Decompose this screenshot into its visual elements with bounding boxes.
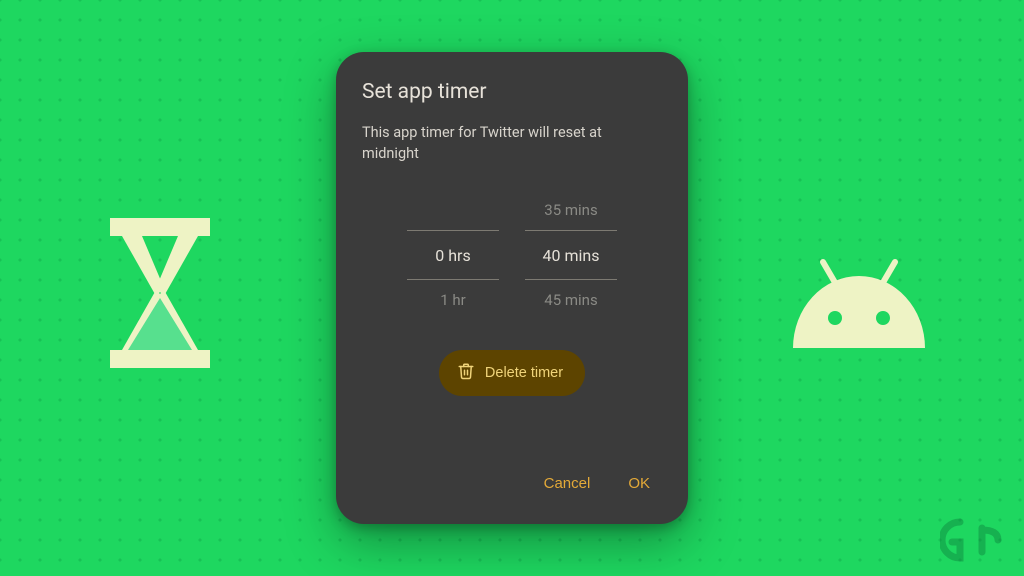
hours-selected: 0 hrs (407, 230, 499, 280)
dialog-actions: Cancel OK (362, 469, 662, 502)
hours-picker[interactable]: 0 hrs 1 hr (407, 190, 499, 320)
hourglass-icon (100, 218, 220, 368)
minutes-selected: 40 mins (525, 230, 617, 280)
minutes-next: 45 mins (544, 280, 597, 320)
time-picker: 0 hrs 1 hr 35 mins 40 mins 45 mins (362, 190, 662, 320)
minutes-picker[interactable]: 35 mins 40 mins 45 mins (525, 190, 617, 320)
android-icon (789, 258, 929, 348)
ok-button[interactable]: OK (624, 469, 654, 498)
watermark-logo (940, 518, 1010, 566)
delete-timer-button[interactable]: Delete timer (439, 350, 585, 396)
delete-timer-label: Delete timer (485, 365, 563, 381)
trash-icon (457, 362, 475, 384)
app-timer-dialog: Set app timer This app timer for Twitter… (336, 52, 688, 524)
dialog-title: Set app timer (362, 80, 662, 104)
hours-next: 1 hr (440, 280, 466, 320)
dialog-subtitle: This app timer for Twitter will reset at… (362, 122, 662, 164)
minutes-prev: 35 mins (544, 190, 597, 230)
cancel-button[interactable]: Cancel (540, 469, 595, 498)
